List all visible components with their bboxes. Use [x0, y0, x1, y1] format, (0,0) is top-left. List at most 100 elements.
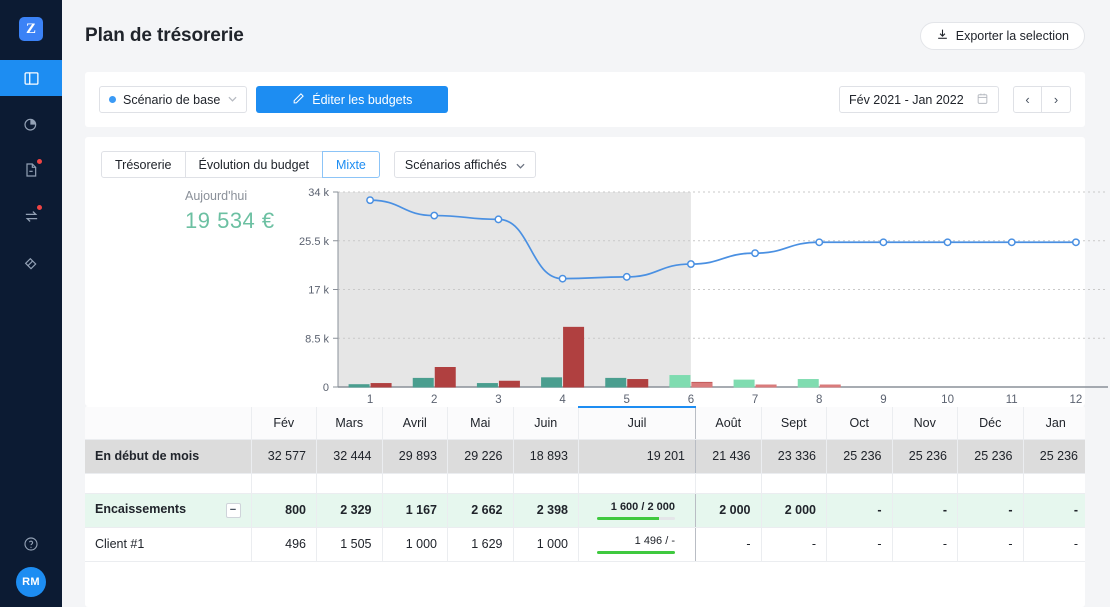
calendar-icon	[976, 92, 989, 108]
table-cell[interactable]: 29 226	[447, 439, 514, 474]
avatar[interactable]: RM	[16, 567, 46, 597]
spacer-cell	[1023, 473, 1085, 494]
table-cell[interactable]: -	[826, 527, 893, 562]
column-header-jan[interactable]: Jan	[1023, 407, 1085, 440]
collapse-toggle-button[interactable]: −	[225, 503, 241, 518]
help-circle-icon[interactable]	[23, 536, 39, 557]
table-cell[interactable]: 23 336	[761, 439, 827, 474]
column-header-nov[interactable]: Nov	[892, 407, 958, 440]
layout-icon	[23, 70, 40, 87]
table-cell[interactable]: 1 000	[513, 527, 579, 562]
sidebar-item-documents[interactable]	[0, 152, 62, 188]
svg-text:11: 11	[1006, 394, 1018, 406]
cashflow-chart[interactable]: Aujourd'hui 19 534 € 0 8.5 k 17 k 25.5 k 34 …	[85, 184, 1108, 406]
svg-text:25.5 k: 25.5 k	[299, 236, 329, 248]
table-cell[interactable]: 2 329	[316, 493, 383, 528]
column-header-juin[interactable]: Juin	[513, 407, 579, 440]
sidebar-item-transactions[interactable]	[0, 198, 62, 234]
spacer-cell	[513, 473, 579, 494]
sidebar-item-dashboard[interactable]	[0, 60, 62, 96]
main-content: Plan de trésorerie Exporter la selection…	[62, 0, 1110, 607]
chart-svg: 08.5 k17 k25.5 k34 k1 2 3 4 5 6 7 8 9 10 11 12	[299, 187, 1108, 406]
scenario-color-dot	[109, 96, 116, 103]
table-cell[interactable]: -	[1023, 493, 1085, 528]
table-cell[interactable]: 18 893	[513, 439, 579, 474]
prev-period-button[interactable]: ‹	[1013, 86, 1042, 113]
table-cell[interactable]: -	[826, 493, 893, 528]
tab-tresorerie[interactable]: Trésorerie	[101, 151, 186, 178]
table-cell[interactable]: 19 201	[578, 439, 696, 474]
progress-cell[interactable]: 1 496 / -	[578, 527, 696, 562]
pencil-icon	[292, 92, 305, 108]
table-cell[interactable]: 2 662	[447, 493, 514, 528]
app-logo[interactable]: Z	[0, 8, 62, 50]
cashflow-table-card[interactable]: Fév Mars Avril Mai Juin Juil Août Sept Oct Nov Déc…	[85, 406, 1085, 607]
top-bar: Plan de trésorerie Exporter la selection	[62, 0, 1110, 72]
table-header-row: Fév Mars Avril Mai Juin Juil Août Sept Oct Nov Déc…	[85, 406, 1085, 440]
table-row[interactable]: Client #1 496 1 505 1 000 1 629 1 000 1 496 / …	[85, 527, 1085, 562]
export-selection-button[interactable]: Exporter la selection	[919, 22, 1085, 50]
column-header-sept[interactable]: Sept	[761, 407, 827, 440]
date-range-picker[interactable]: Fév 2021 - Jan 2022	[839, 86, 999, 113]
chevron-down-icon	[228, 95, 237, 105]
table-cell[interactable]: -	[761, 527, 827, 562]
table-cell[interactable]: 800	[251, 493, 317, 528]
table-cell[interactable]: 25 236	[892, 439, 958, 474]
table-cell[interactable]: 1 629	[447, 527, 514, 562]
table-cell[interactable]: 1 000	[382, 527, 448, 562]
svg-text:34 k: 34 k	[308, 187, 329, 199]
scenarios-displayed-dropdown[interactable]: Scénarios affichés	[393, 151, 536, 178]
column-header-oct[interactable]: Oct	[826, 407, 893, 440]
spacer-cell	[316, 473, 383, 494]
table-row[interactable]: Encaissements −800 2 329 1 167 2 662 2 398 1 6…	[85, 493, 1085, 528]
table-cell[interactable]: 1 167	[382, 493, 448, 528]
table-row[interactable]: En début de mois 32 577 32 444 29 893 29 226…	[85, 439, 1085, 474]
svg-text:9: 9	[880, 394, 886, 406]
table-cell[interactable]: 2 000	[761, 493, 827, 528]
svg-text:1: 1	[367, 394, 373, 406]
column-header-mai[interactable]: Mai	[447, 407, 514, 440]
spacer-cell	[447, 473, 514, 494]
notification-badge-transactions	[36, 204, 43, 211]
table-cell[interactable]: 25 236	[1023, 439, 1085, 474]
sidebar-item-analytics[interactable]	[0, 106, 62, 142]
table-cell[interactable]: 2 398	[513, 493, 579, 528]
svg-text:0: 0	[323, 382, 329, 394]
table-cell[interactable]: -	[957, 493, 1024, 528]
tab-mixte[interactable]: Mixte	[322, 151, 380, 178]
edit-budgets-button[interactable]: Éditer les budgets	[256, 86, 449, 113]
progress-bar	[597, 550, 675, 554]
sidebar-item-tags[interactable]	[0, 244, 62, 280]
column-header-fév[interactable]: Fév	[251, 407, 317, 440]
table-cell[interactable]: 21 436	[695, 439, 762, 474]
spacer-cell	[826, 473, 893, 494]
table-cell[interactable]: -	[957, 527, 1024, 562]
table-cell[interactable]: -	[1023, 527, 1085, 562]
table-cell[interactable]: -	[695, 527, 762, 562]
table-cell[interactable]: 25 236	[957, 439, 1024, 474]
column-header-juil[interactable]: Juil	[578, 406, 696, 440]
progress-bar	[597, 516, 675, 520]
column-header-déc[interactable]: Déc	[957, 407, 1024, 440]
table-cell[interactable]: 32 577	[251, 439, 317, 474]
row-label: En début de mois	[85, 439, 252, 474]
table-cell[interactable]: -	[892, 493, 958, 528]
table-cell[interactable]: 29 893	[382, 439, 448, 474]
export-selection-label: Exporter la selection	[955, 29, 1069, 43]
progress-cell[interactable]: 1 600 / 2 000	[578, 493, 696, 528]
scenario-select[interactable]: Scénario de base	[99, 86, 248, 113]
table-cell[interactable]: 25 236	[826, 439, 893, 474]
table-cell[interactable]: 2 000	[695, 493, 762, 528]
table-cell[interactable]: -	[892, 527, 958, 562]
table-cell[interactable]: 496	[251, 527, 317, 562]
edit-budgets-label: Éditer les budgets	[312, 92, 413, 107]
column-header-août[interactable]: Août	[695, 407, 762, 440]
spacer-cell	[957, 473, 1024, 494]
column-header-avril[interactable]: Avril	[382, 407, 448, 440]
next-period-button[interactable]: ›	[1042, 86, 1071, 113]
column-header-mars[interactable]: Mars	[316, 407, 383, 440]
table-cell[interactable]: 32 444	[316, 439, 383, 474]
tab-evolution-budget[interactable]: Évolution du budget	[184, 151, 324, 178]
pie-chart-icon	[23, 116, 39, 132]
table-cell[interactable]: 1 505	[316, 527, 383, 562]
